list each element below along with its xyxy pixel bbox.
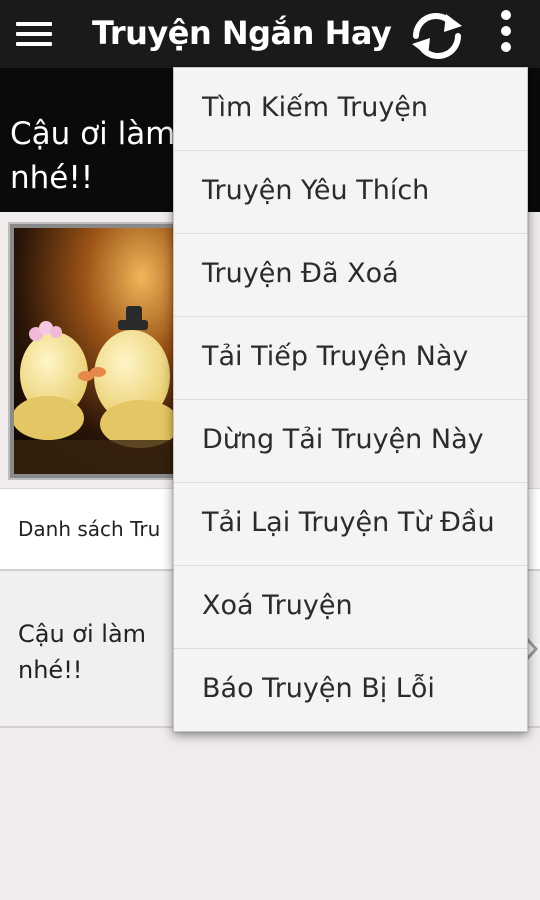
more-vertical-icon[interactable] bbox=[494, 10, 518, 60]
menu-item-label: Truyện Yêu Thích bbox=[202, 175, 430, 206]
story-list-item-title: Cậu ơi làm nhé!! bbox=[18, 616, 198, 688]
overflow-menu: Tìm Kiếm Truyện Truyện Yêu Thích Truyện … bbox=[173, 67, 528, 732]
story-cover-image bbox=[14, 228, 196, 474]
menu-item-label: Tìm Kiếm Truyện bbox=[202, 92, 429, 123]
menu-item-delete-story[interactable]: Xoá Truyện bbox=[174, 566, 527, 649]
refresh-icon[interactable] bbox=[406, 10, 468, 60]
menu-item-deleted-stories[interactable]: Truyện Đã Xoá bbox=[174, 234, 527, 317]
action-bar: Truyện Ngắn Hay bbox=[0, 0, 540, 68]
menu-item-label: Truyện Đã Xoá bbox=[202, 258, 399, 289]
story-list-item-line-1: Cậu ơi làm bbox=[18, 620, 147, 648]
menu-item-label: Báo Truyện Bị Lỗi bbox=[202, 673, 435, 704]
chapter-list-label: Danh sách Tru bbox=[18, 517, 161, 541]
menu-item-label: Xoá Truyện bbox=[202, 590, 353, 621]
hamburger-menu-icon[interactable] bbox=[16, 22, 52, 48]
menu-item-stop-download[interactable]: Dừng Tải Truyện Này bbox=[174, 400, 527, 483]
menu-item-label: Tải Tiếp Truyện Này bbox=[202, 341, 469, 372]
menu-item-search-story[interactable]: Tìm Kiếm Truyện bbox=[174, 68, 527, 151]
menu-item-label: Dừng Tải Truyện Này bbox=[202, 424, 484, 455]
menu-item-label: Tải Lại Truyện Từ Đầu bbox=[202, 507, 495, 538]
story-list-item-line-2: nhé!! bbox=[18, 656, 83, 684]
menu-item-continue-download[interactable]: Tải Tiếp Truyện Này bbox=[174, 317, 527, 400]
menu-item-report-error[interactable]: Báo Truyện Bị Lỗi bbox=[174, 649, 527, 731]
menu-item-favorite-stories[interactable]: Truyện Yêu Thích bbox=[174, 151, 527, 234]
menu-item-redownload-from-start[interactable]: Tải Lại Truyện Từ Đầu bbox=[174, 483, 527, 566]
app-title: Truyện Ngắn Hay bbox=[92, 14, 392, 52]
app-screen: Truyện Ngắn Hay Cậu ơi làm nhé!! Danh sá… bbox=[0, 0, 540, 900]
